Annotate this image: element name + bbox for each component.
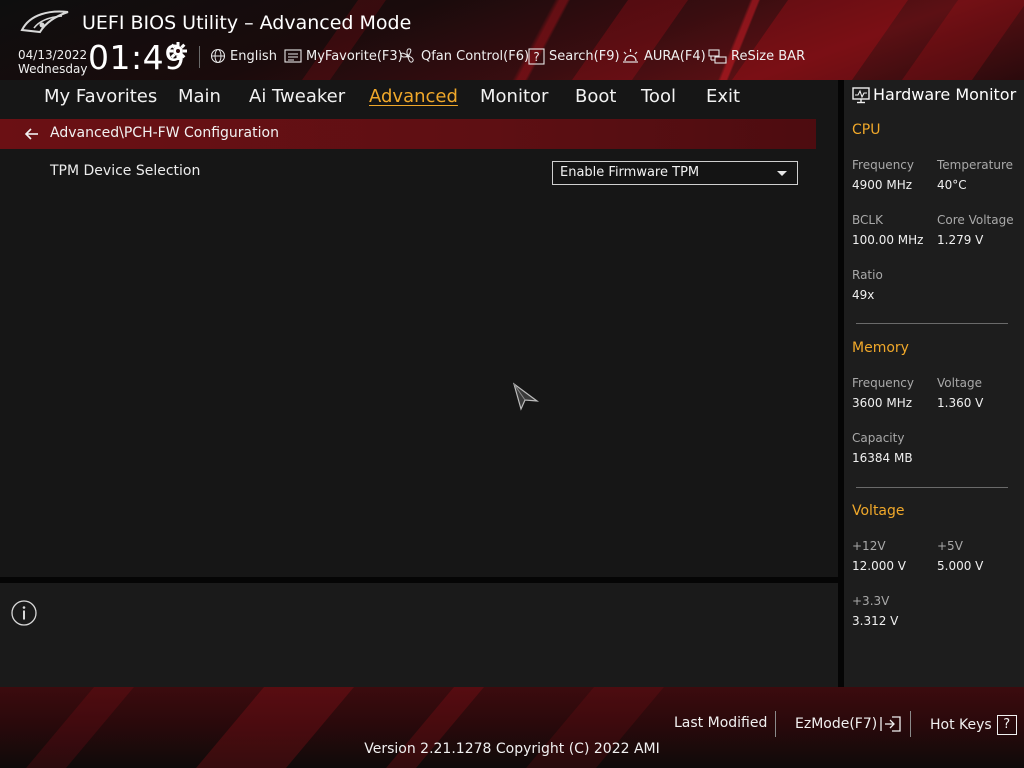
header-divider: [199, 46, 200, 68]
header-bar: UEFI BIOS Utility – Advanced Mode 04/13/…: [0, 0, 1024, 80]
breadcrumb-path: Advanced\PCH-FW Configuration: [50, 125, 279, 141]
resize-bar-button[interactable]: ReSize BAR: [708, 46, 805, 66]
tab-my-favorites[interactable]: My Favorites: [44, 86, 157, 107]
voltage-12v-value: 12.000 V: [852, 559, 907, 573]
ezmode-label: EzMode(F7): [795, 716, 878, 732]
tab-advanced[interactable]: Advanced: [369, 86, 458, 107]
qfan-control-button[interactable]: Qfan Control(F6): [399, 46, 529, 66]
main-menu-tabs: My Favorites Main Ai Tweaker Advanced Mo…: [0, 80, 838, 114]
search-button[interactable]: ? Search(F9): [528, 46, 620, 66]
memory-frequency-value: 3600 MHz: [852, 396, 913, 410]
cpu-bclk-label: BCLK: [852, 213, 883, 227]
info-icon: [11, 600, 37, 626]
cpu-core-voltage-value: 1.279 V: [937, 233, 984, 247]
date-display: 04/13/2022 Wednesday: [18, 48, 87, 76]
hot-keys-help-icon: ?: [996, 715, 1017, 735]
memory-section-title: Memory: [852, 340, 909, 356]
search-label: Search(F9): [549, 48, 620, 64]
myfavorite-button[interactable]: MyFavorite(F3): [284, 46, 403, 66]
date-text: 04/13/2022: [18, 48, 88, 62]
cpu-temperature-value: 40°C: [937, 178, 967, 192]
tab-boot[interactable]: Boot: [575, 86, 616, 107]
settings-panel: TPM Device Selection Enable Firmware TPM: [0, 149, 838, 577]
exit-to-ezmode-icon: [880, 716, 901, 732]
svg-text:?: ?: [533, 50, 539, 64]
memory-voltage-value: 1.360 V: [937, 396, 984, 410]
voltage-3v3-value: 3.312 V: [852, 614, 899, 628]
caret-down-icon: [777, 171, 787, 176]
cpu-core-voltage-label: Core Voltage: [937, 213, 1014, 227]
back-arrow-icon[interactable]: [24, 126, 40, 142]
cpu-ratio-value: 49x: [852, 288, 875, 302]
help-description-panel: [0, 583, 838, 687]
hw-separator: [856, 487, 1008, 488]
header-decoration: [571, 0, 689, 80]
language-button[interactable]: English: [210, 46, 277, 66]
ezmode-button[interactable]: EzMode(F7): [795, 715, 902, 733]
hardware-monitor-panel: Hardware Monitor CPU Frequency 4900 MHz …: [844, 80, 1024, 687]
hardware-monitor-title: Hardware Monitor: [873, 85, 1017, 104]
cpu-frequency-value: 4900 MHz: [852, 178, 913, 192]
breadcrumb: Advanced\PCH-FW Configuration: [0, 119, 816, 149]
cpu-section-title: CPU: [852, 122, 881, 138]
footer-bar: Last Modified EzMode(F7) Hot Keys ? Vers…: [0, 687, 1024, 768]
myfavorite-label: MyFavorite(F3): [306, 48, 403, 64]
clock-settings-gear-icon[interactable]: [168, 41, 188, 61]
tab-main[interactable]: Main: [178, 86, 221, 107]
favorite-list-icon: [284, 49, 302, 63]
cpu-temperature-label: Temperature: [937, 158, 1014, 172]
cpu-frequency-label: Frequency: [852, 158, 914, 172]
voltage-section-title: Voltage: [852, 503, 905, 519]
cpu-ratio-label: Ratio: [852, 268, 883, 282]
aura-label: AURA(F4): [644, 48, 706, 64]
header-decoration: [901, 0, 1024, 80]
hw-separator: [856, 323, 1008, 324]
resize-bar-icon: [708, 48, 727, 64]
memory-capacity-label: Capacity: [852, 431, 905, 445]
weekday-text: Wednesday: [18, 62, 88, 76]
aura-light-icon: [623, 48, 638, 63]
memory-capacity-value: 16384 MB: [852, 451, 913, 465]
tab-monitor[interactable]: Monitor: [480, 86, 548, 107]
last-modified-button[interactable]: Last Modified: [674, 715, 767, 731]
footer-divider: [775, 711, 776, 737]
app-title: UEFI BIOS Utility – Advanced Mode: [82, 12, 412, 34]
header-decoration: [731, 0, 909, 80]
voltage-3v3-label: +3.3V: [852, 594, 890, 608]
tab-ai-tweaker[interactable]: Ai Tweaker: [249, 86, 345, 107]
voltage-12v-label: +12V: [852, 539, 886, 553]
tpm-device-selection-label: TPM Device Selection: [50, 163, 201, 179]
tpm-device-selection-value: Enable Firmware TPM: [560, 165, 700, 180]
monitor-icon: [852, 87, 870, 104]
fan-icon: [400, 48, 414, 63]
hot-keys-button[interactable]: Hot Keys ?: [930, 715, 1017, 735]
footer-divider: [910, 711, 911, 737]
tpm-device-selection-dropdown[interactable]: Enable Firmware TPM: [552, 161, 798, 185]
resize-bar-label: ReSize BAR: [731, 48, 806, 64]
voltage-5v-label: +5V: [937, 539, 963, 553]
search-question-icon: ?: [528, 47, 545, 65]
globe-icon: [210, 48, 226, 64]
mouse-cursor-icon: [512, 382, 540, 411]
tab-exit[interactable]: Exit: [706, 86, 740, 107]
aura-button[interactable]: AURA(F4): [621, 46, 706, 66]
language-label: English: [230, 48, 277, 64]
cpu-bclk-value: 100.00 MHz: [852, 233, 924, 247]
memory-frequency-label: Frequency: [852, 376, 914, 390]
bios-window: UEFI BIOS Utility – Advanced Mode 04/13/…: [0, 0, 1024, 768]
voltage-5v-value: 5.000 V: [937, 559, 984, 573]
hot-keys-label: Hot Keys: [930, 717, 992, 733]
rog-logo-icon: [20, 10, 69, 34]
version-text: Version 2.21.1278 Copyright (C) 2022 AMI: [364, 741, 660, 757]
memory-voltage-label: Voltage: [937, 376, 983, 390]
tab-tool[interactable]: Tool: [641, 86, 676, 107]
qfan-control-label: Qfan Control(F6): [421, 48, 530, 64]
